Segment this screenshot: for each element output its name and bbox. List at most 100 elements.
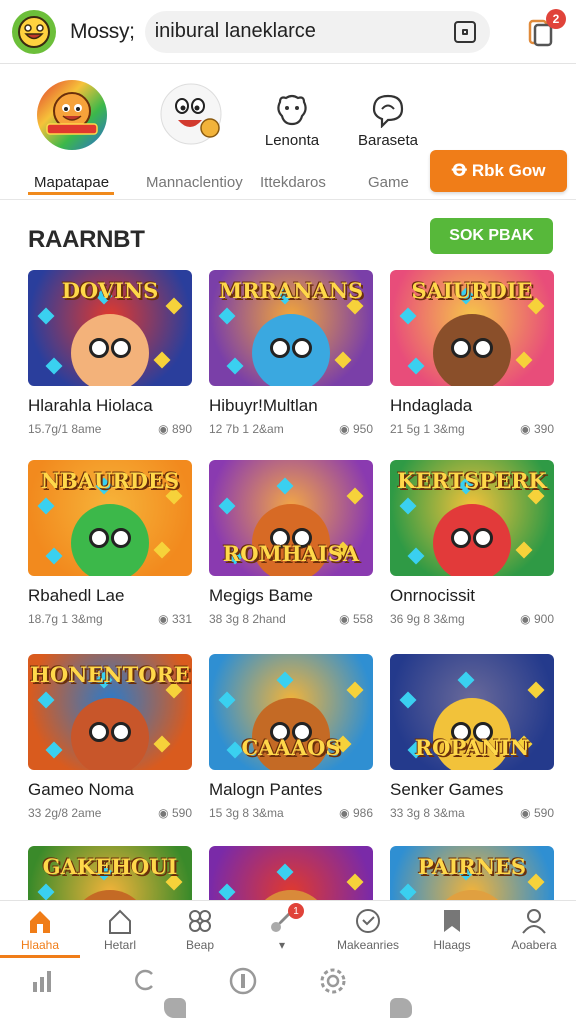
gem-icon xyxy=(153,351,171,369)
game-name: Hlarahla Hiolaca xyxy=(28,396,153,415)
game-thumbnail-title: GAKEHOUI xyxy=(42,854,178,879)
scan-icon[interactable] xyxy=(454,20,476,43)
game-card[interactable]: MRRANANS Hibuyr!Multlan 12 7b 1 2&am ◉ 950 xyxy=(209,270,373,436)
category-game[interactable]: Baraseta Game xyxy=(358,78,418,191)
gem-icon xyxy=(276,671,294,689)
refresh-icon[interactable] xyxy=(132,966,160,994)
game-card[interactable]: ROMHAISA Megigs Bame 38 3g 8 2hand ◉ 558 xyxy=(209,460,373,626)
game-ball-icon xyxy=(35,78,109,152)
signal-icon xyxy=(33,971,51,992)
game-thumbnail[interactable]: HONENTORE xyxy=(28,654,192,770)
character-icon xyxy=(71,314,149,386)
section-cta-button[interactable]: SOK PBAK xyxy=(430,218,553,254)
game-thumbnail-title: ROPANIN xyxy=(414,735,530,760)
category-casual[interactable]: Mannaclentioy xyxy=(146,78,243,191)
back-button[interactable] xyxy=(164,998,186,1018)
game-thumbnail[interactable]: ROMHAISA xyxy=(209,460,373,576)
game-card[interactable]: GAKEHOUI xyxy=(28,846,192,900)
game-card[interactable]: CAAAOS Malogn Pantes 15 3g 8 3&ma ◉ 986 xyxy=(209,654,373,820)
game-name: Rbahedl Lae xyxy=(28,586,125,605)
gem-icon xyxy=(276,477,294,495)
game-thumbnail[interactable]: SAIURDIE xyxy=(390,270,554,386)
clock-icon xyxy=(356,909,380,933)
gem-icon xyxy=(399,883,417,900)
smiley-logo-icon xyxy=(18,15,50,48)
bookmark-icon xyxy=(444,910,460,932)
game-card[interactable]: DOVINS Hlarahla Hiolaca 15.7g/1 8ame ◉ 890 xyxy=(28,270,192,436)
category-puzzle[interactable]: Lenonta Ittekdaros xyxy=(260,78,326,191)
game-thumbnail-title: PAIRNES xyxy=(417,854,527,879)
gem-icon xyxy=(153,541,171,559)
nav-item[interactable]: Hlaags xyxy=(416,907,488,952)
game-size: 15 3g 8 3&ma xyxy=(209,806,284,820)
category-cta-button[interactable]: Ꝋ Rbk Gow xyxy=(430,150,567,192)
info-icon[interactable] xyxy=(228,966,258,996)
gem-icon xyxy=(45,357,63,375)
game-thumbnail-title: DOVINS xyxy=(61,278,159,303)
category-bar: Mapatapae Mannaclentioy Lenonta Ittekdar… xyxy=(0,64,576,200)
notification-button[interactable]: 2 xyxy=(526,8,566,47)
game-card[interactable]: NBAURDES Rbahedl Lae 18.7g 1 3&mg ◉ 331 xyxy=(28,460,192,626)
game-thumbnail[interactable]: PAIRNES xyxy=(390,846,554,900)
game-thumbnail[interactable]: DOVINS xyxy=(28,270,192,386)
game-size: 36 9g 8 3&mg xyxy=(390,612,465,626)
gem-icon xyxy=(45,741,63,759)
game-card[interactable]: SAIURDIE Hndaglada 21 5g 1 3&mg ◉ 390 xyxy=(390,270,554,436)
game-thumbnail-title: SAIURDIE xyxy=(411,278,533,303)
nav-item[interactable]: Hlaaha xyxy=(4,907,76,952)
category-label: Game xyxy=(368,174,409,191)
category-featured[interactable]: Mapatapae xyxy=(34,78,110,191)
nav-item[interactable]: Aoabera xyxy=(498,907,570,952)
game-thumbnail[interactable]: NBAURDES xyxy=(28,460,192,576)
game-rating: ◉ 950 xyxy=(339,422,373,436)
game-card[interactable]: ROPANIN Senker Games 33 3g 8 3&ma ◉ 590 xyxy=(390,654,554,820)
settings-gear-icon[interactable] xyxy=(318,966,348,996)
game-card[interactable]: KERTSPERK Onrnocissit 36 9g 8 3&mg ◉ 900 xyxy=(390,460,554,626)
game-size: 38 3g 8 2hand xyxy=(209,612,286,626)
game-thumbnail[interactable]: CAAAOS xyxy=(209,654,373,770)
game-size: 21 5g 1 3&mg xyxy=(390,422,465,436)
app-logo[interactable] xyxy=(12,9,56,54)
search-input[interactable] xyxy=(154,20,454,43)
recents-button[interactable] xyxy=(390,998,412,1018)
game-rating: ◉ 900 xyxy=(520,612,554,626)
game-name: Gameo Noma xyxy=(28,780,134,799)
nav-item[interactable]: 1 ▾ xyxy=(246,903,318,952)
game-thumbnail[interactable] xyxy=(209,846,373,900)
gem-icon xyxy=(399,691,417,709)
game-thumbnail[interactable]: MRRANANS xyxy=(209,270,373,386)
nav-label: ▾ xyxy=(278,938,286,952)
game-rating: ◉ 890 xyxy=(158,422,192,436)
house-outline-icon xyxy=(109,909,131,934)
game-rating: ◉ 590 xyxy=(520,806,554,820)
game-grid: DOVINS Hlarahla Hiolaca 15.7g/1 8ame ◉ 890 M… xyxy=(28,270,554,900)
game-card[interactable]: HONENTORE Gameo Noma 33 2g/8 2ame ◉ 590 xyxy=(28,654,192,820)
game-thumbnail[interactable]: ROPANIN xyxy=(390,654,554,770)
character-icon xyxy=(252,890,330,900)
nav-item[interactable]: Beap xyxy=(164,907,236,952)
game-thumbnail[interactable]: KERTSPERK xyxy=(390,460,554,576)
category-label: Ittekdaros xyxy=(260,174,326,191)
search-bar[interactable] xyxy=(144,10,490,53)
game-size: 33 3g 8 3&ma xyxy=(390,806,465,820)
system-bar xyxy=(0,958,576,1024)
gem-icon xyxy=(37,883,55,900)
game-card[interactable]: PAIRNES xyxy=(390,846,554,900)
game-size: 12 7b 1 2&am xyxy=(209,422,284,436)
game-card[interactable] xyxy=(209,846,373,900)
character-icon xyxy=(252,314,330,386)
category-sublabel: Lenonta xyxy=(264,132,320,149)
game-rating: ◉ 558 xyxy=(339,612,373,626)
gem-icon xyxy=(346,487,364,505)
category-label: Mannaclentioy xyxy=(146,174,243,191)
game-meta: 15.7g/1 8ame ◉ 890 xyxy=(28,422,192,436)
nav-label: Hetarl xyxy=(103,938,136,952)
gem-icon xyxy=(45,547,63,565)
gem-icon xyxy=(218,307,236,325)
nav-item[interactable]: Makeanries xyxy=(332,907,404,952)
nav-item[interactable]: Hetarl xyxy=(84,907,156,952)
game-meta: 36 9g 8 3&mg ◉ 900 xyxy=(390,612,554,626)
gem-icon xyxy=(407,357,425,375)
game-thumbnail-title: NBAURDES xyxy=(40,468,180,493)
game-thumbnail[interactable]: GAKEHOUI xyxy=(28,846,192,900)
